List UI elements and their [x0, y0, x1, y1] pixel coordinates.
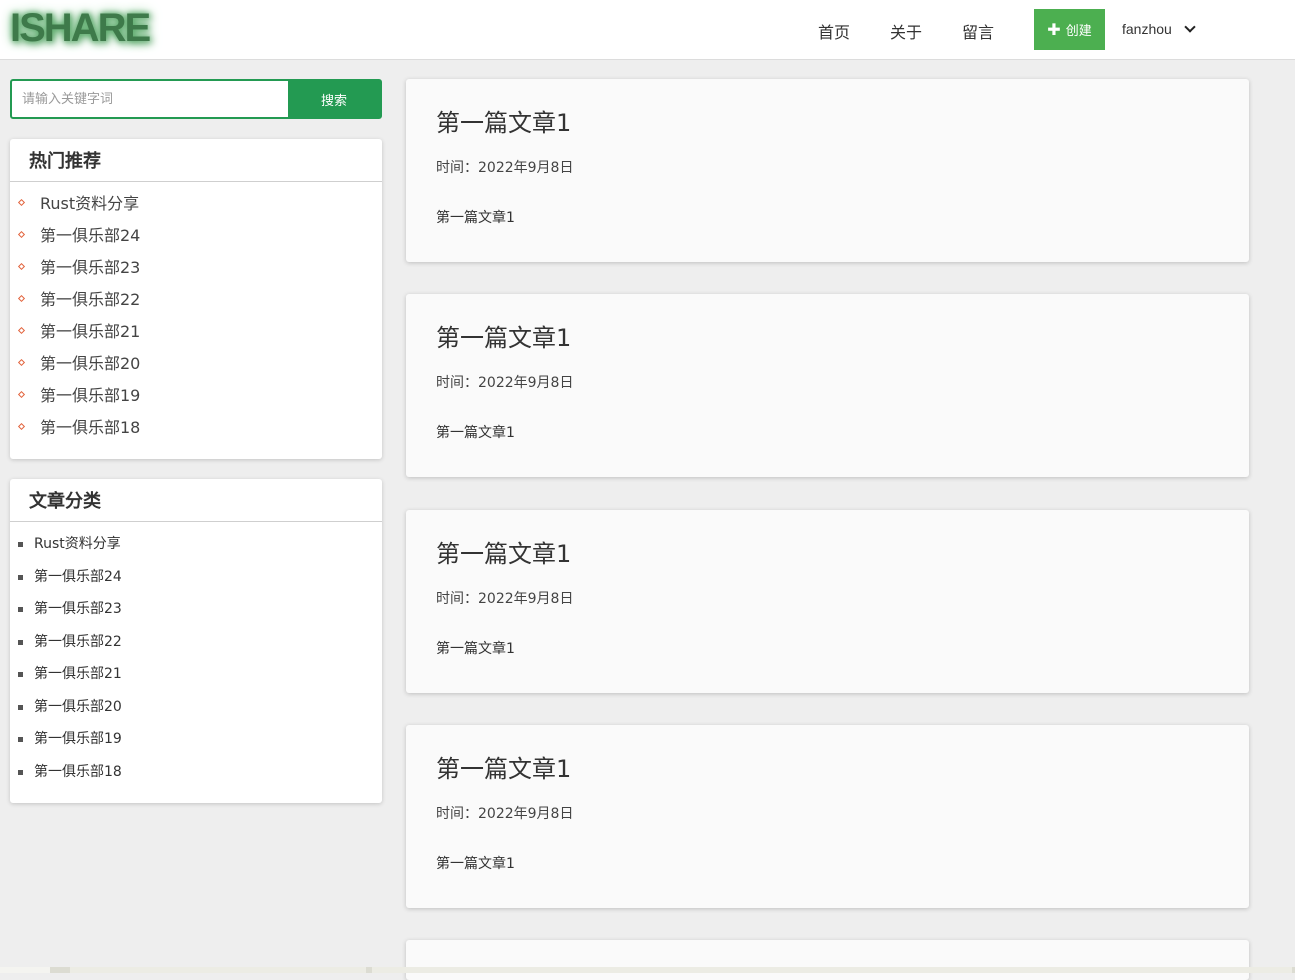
top-header: ISHARE 首页 关于 留言 ✚ 创建 fanzhou	[0, 0, 1295, 60]
square-bullet-icon	[18, 672, 23, 677]
hot-item[interactable]: 第一俱乐部23	[10, 257, 382, 289]
hot-item[interactable]: 第一俱乐部21	[10, 321, 382, 353]
site-logo[interactable]: ISHARE	[10, 6, 151, 51]
create-button[interactable]: ✚ 创建	[1034, 9, 1105, 50]
hot-item-label: 第一俱乐部22	[40, 290, 141, 309]
category-item[interactable]: 第一俱乐部20	[10, 697, 382, 730]
article-title[interactable]: 第一篇文章1	[436, 318, 571, 353]
category-item-label: 第一俱乐部24	[34, 568, 122, 585]
scrollbar-segment	[70, 967, 366, 973]
scrollbar-segment	[0, 967, 50, 973]
nav-about[interactable]: 关于	[890, 19, 922, 43]
plus-icon: ✚	[1047, 19, 1061, 39]
search-button[interactable]: 搜索	[288, 81, 380, 117]
hot-item[interactable]: 第一俱乐部18	[10, 417, 382, 449]
nav-guestbook[interactable]: 留言	[962, 19, 994, 43]
category-item[interactable]: 第一俱乐部24	[10, 567, 382, 600]
hot-item[interactable]: 第一俱乐部19	[10, 385, 382, 417]
diamond-bullet-icon	[17, 230, 26, 239]
hot-item-label: 第一俱乐部21	[40, 322, 141, 341]
hot-item-label: 第一俱乐部18	[40, 418, 141, 437]
article-time: 时间：2022年9月8日	[436, 591, 574, 607]
category-item-label: 第一俱乐部21	[34, 666, 122, 682]
article-title[interactable]: 第一篇文章1	[436, 103, 571, 138]
category-item-label: 第一俱乐部22	[34, 633, 122, 650]
article-card: 第一篇文章1 时间：2022年9月8日 第一篇文章1	[406, 510, 1249, 693]
diamond-bullet-icon	[17, 422, 26, 431]
hot-item-label: 第一俱乐部24	[40, 226, 141, 245]
search-box: 搜索	[10, 79, 382, 119]
category-item[interactable]: 第一俱乐部19	[10, 729, 382, 762]
hot-item-label: 第一俱乐部23	[40, 258, 141, 277]
hot-item[interactable]: 第一俱乐部20	[10, 353, 382, 385]
category-item[interactable]: 第一俱乐部23	[10, 599, 382, 632]
article-summary: 第一篇文章1	[436, 641, 515, 657]
horizontal-scrollbar[interactable]	[0, 967, 1295, 973]
diamond-bullet-icon	[17, 326, 26, 335]
article-summary: 第一篇文章1	[436, 856, 515, 872]
category-list: Rust资料分享 第一俱乐部24 第一俱乐部23 第一俱乐部22 第一俱乐部21 第一俱乐…	[10, 522, 382, 794]
hot-item-label: Rust资料分享	[40, 194, 140, 213]
hot-item[interactable]: Rust资料分享	[10, 193, 382, 225]
diamond-bullet-icon	[17, 390, 26, 399]
square-bullet-icon	[18, 574, 23, 580]
hot-recommend-panel: 热门推荐 Rust资料分享 第一俱乐部24 第一俱乐部23 第一俱乐部22 第一俱乐部2…	[10, 139, 382, 459]
search-input[interactable]	[12, 81, 288, 117]
article-time: 时间：2022年9月8日	[436, 160, 574, 176]
diamond-bullet-icon	[17, 198, 26, 207]
user-menu[interactable]: fanzhou	[1122, 21, 1196, 37]
hot-item-label: 第一俱乐部20	[40, 354, 141, 373]
square-bullet-icon	[18, 704, 23, 710]
square-bullet-icon	[18, 607, 23, 612]
diamond-bullet-icon	[17, 294, 26, 303]
square-bullet-icon	[18, 769, 23, 775]
chevron-down-icon	[1184, 21, 1196, 33]
category-item-label: 第一俱乐部18	[34, 763, 122, 780]
article-time: 时间：2022年9月8日	[436, 375, 574, 391]
scrollbar-segment	[372, 967, 1292, 973]
square-bullet-icon	[18, 737, 23, 742]
category-item-label: 第一俱乐部23	[34, 601, 122, 617]
article-summary: 第一篇文章1	[436, 425, 515, 441]
hot-item[interactable]: 第一俱乐部22	[10, 289, 382, 321]
create-label: 创建	[1065, 24, 1092, 39]
category-item[interactable]: 第一俱乐部22	[10, 632, 382, 665]
article-card: 第一篇文章1 时间：2022年9月8日 第一篇文章1	[406, 79, 1249, 262]
diamond-bullet-icon	[17, 262, 26, 271]
article-time: 时间：2022年9月8日	[436, 806, 574, 822]
hot-item[interactable]: 第一俱乐部24	[10, 225, 382, 257]
hot-recommend-list: Rust资料分享 第一俱乐部24 第一俱乐部23 第一俱乐部22 第一俱乐部21 第一俱乐…	[10, 182, 382, 449]
username: fanzhou	[1122, 21, 1172, 37]
hot-recommend-title: 热门推荐	[10, 139, 382, 182]
category-item-label: Rust资料分享	[34, 536, 121, 552]
square-bullet-icon	[18, 639, 23, 645]
article-card: 第一篇文章1 时间：2022年9月8日 第一篇文章1	[406, 294, 1249, 477]
category-item-label: 第一俱乐部20	[34, 698, 122, 715]
category-item[interactable]: 第一俱乐部21	[10, 664, 382, 697]
square-bullet-icon	[18, 542, 23, 547]
category-item[interactable]: 第一俱乐部18	[10, 762, 382, 795]
category-panel: 文章分类 Rust资料分享 第一俱乐部24 第一俱乐部23 第一俱乐部22 第一俱乐部2…	[10, 479, 382, 803]
category-item-label: 第一俱乐部19	[34, 731, 122, 747]
article-title[interactable]: 第一篇文章1	[436, 749, 571, 784]
article-summary: 第一篇文章1	[436, 210, 515, 226]
category-item[interactable]: Rust资料分享	[10, 534, 382, 567]
diamond-bullet-icon	[17, 358, 26, 367]
article-card-partial[interactable]	[406, 940, 1249, 980]
hot-item-label: 第一俱乐部19	[40, 386, 141, 405]
category-title: 文章分类	[10, 479, 382, 522]
article-title[interactable]: 第一篇文章1	[436, 534, 571, 569]
nav-home[interactable]: 首页	[818, 19, 850, 43]
article-card: 第一篇文章1 时间：2022年9月8日 第一篇文章1	[406, 725, 1249, 908]
